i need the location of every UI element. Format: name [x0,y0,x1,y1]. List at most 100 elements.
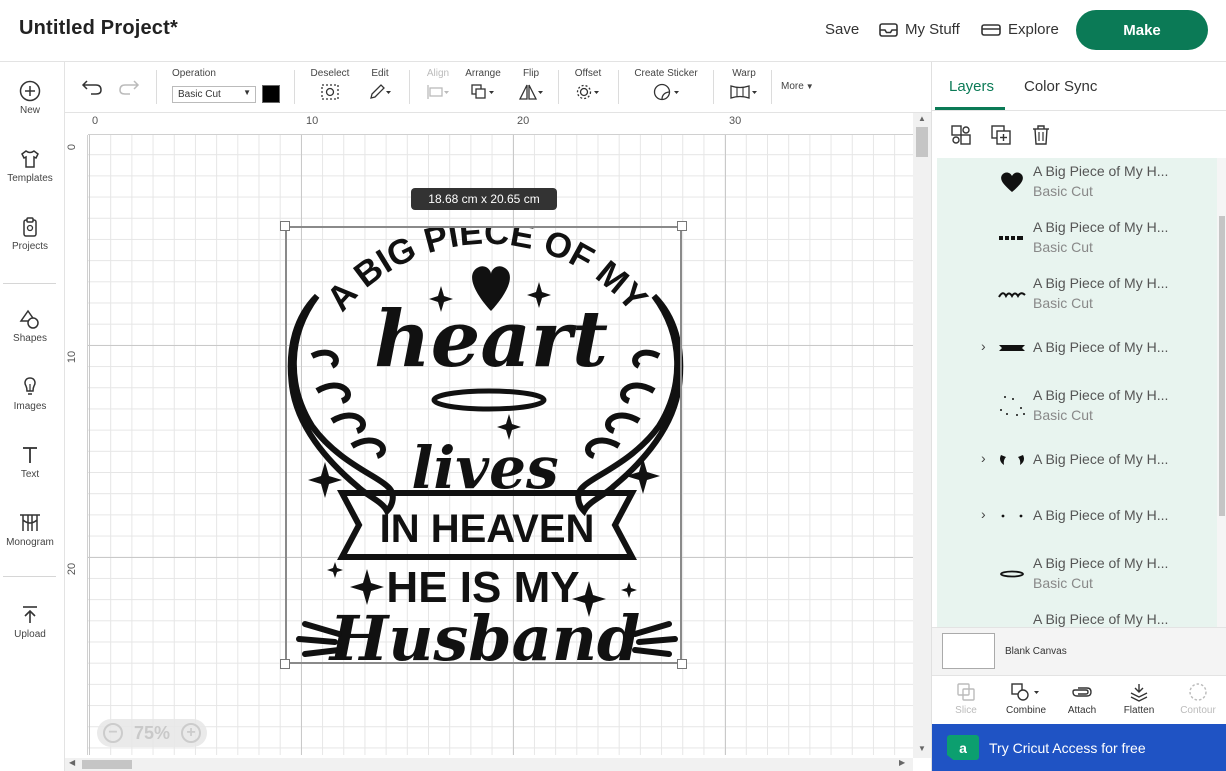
layers-scrollbar[interactable] [1217,158,1226,628]
scroll-left-icon[interactable]: ◀ [69,758,75,767]
undo-icon[interactable] [81,78,103,96]
horizontal-scroll-thumb[interactable] [82,760,132,769]
layer-item[interactable]: A Big Piece of My H... Basic Cut [937,216,1217,272]
group-icon[interactable] [950,124,972,146]
contour-button[interactable]: Contour [1170,682,1226,716]
chevron-down-icon: ▼ [243,88,251,97]
zoom-out-icon[interactable]: − [103,723,123,743]
horizontal-scrollbar[interactable]: ◀ ▶ [65,758,913,771]
slice-button[interactable]: Slice [938,682,994,716]
sidebar-item-label: Upload [14,629,46,640]
align-icon [427,85,449,99]
blank-canvas-swatch[interactable] [942,633,995,669]
edit-button[interactable]: Edit [363,68,397,104]
sidebar-item-label: New [19,105,40,116]
offset-label: Offset [574,68,602,79]
flip-button[interactable]: Flip [516,68,546,104]
zoom-in-icon[interactable]: + [181,723,201,743]
expand-chevron-icon[interactable]: › [981,506,986,522]
warp-label: Warp [732,68,756,79]
expand-chevron-icon[interactable]: › [981,450,986,466]
layer-thumbnail [992,218,1032,258]
layer-group-item[interactable]: › A Big Piece of My H... [937,440,1217,496]
resize-handle-top-right[interactable] [677,221,687,231]
size-tooltip-text: 18.68 cm x 20.65 cm [428,192,540,206]
text-thumbnail-icon [999,236,1023,240]
more-button[interactable]: More ▼ [781,81,814,92]
banner-thumbnail-icon [999,345,1025,351]
project-title[interactable]: Untitled Project* [19,17,178,40]
tab-color-sync[interactable]: Color Sync [1024,78,1097,95]
warp-icon [730,85,757,99]
sidebar-item-projects[interactable]: Projects [0,216,60,252]
toolbar-divider [409,70,410,104]
combine-icon [1011,683,1039,701]
sidebar-item-upload[interactable]: Upload [0,604,60,640]
scroll-right-icon[interactable]: ▶ [899,758,905,767]
lightbulb-icon [24,377,36,395]
sidebar-item-label: Images [13,401,47,412]
arrange-button[interactable]: Arrange [463,68,503,104]
expand-chevron-icon[interactable]: › [981,338,986,354]
sidebar-item-images[interactable]: Images [0,376,60,412]
resize-handle-bottom-left[interactable] [280,659,290,669]
save-label: Save [825,21,860,38]
scroll-up-icon[interactable]: ▲ [918,114,926,123]
scroll-down-icon[interactable]: ▼ [918,744,926,753]
arrange-label: Arrange [465,68,501,79]
layer-group-item[interactable]: › A Big Piece of My H... [937,496,1217,552]
align-button[interactable]: Align [421,68,455,104]
layer-item[interactable]: A Big Piece of My H... [937,608,1217,628]
make-label: Make [1123,21,1161,39]
make-button[interactable]: Make [1076,10,1208,50]
layer-name: A Big Piece of My H... [1033,611,1169,627]
explore-icon [981,23,1001,36]
offset-button[interactable]: Offset [570,68,606,104]
ruler-left: 0 10 20 [65,135,88,755]
deselect-button[interactable]: Deselect [308,68,352,104]
color-swatch[interactable] [262,85,280,103]
layer-group-item[interactable]: › A Big Piece of My H... [937,328,1217,384]
layer-item[interactable]: A Big Piece of My H... Basic Cut [937,384,1217,440]
sidebar-item-shapes[interactable]: Shapes [0,308,60,344]
sidebar-item-new[interactable]: New [0,80,60,116]
resize-handle-top-left[interactable] [280,221,290,231]
layers-scroll-thumb[interactable] [1219,216,1225,516]
tab-layers[interactable]: Layers [949,78,994,95]
duplicate-icon[interactable] [990,124,1012,146]
sidebar-item-monogram[interactable]: Monogram [0,512,60,548]
layer-item[interactable]: A Big Piece of My H... Basic Cut [937,552,1217,608]
toolbar-divider [771,70,772,104]
my-stuff-label: My Stuff [905,21,960,38]
sidebar-item-templates[interactable]: Templates [0,148,60,184]
combine-button[interactable]: Combine [998,682,1054,716]
layer-item[interactable]: A Big Piece of My H... Basic Cut [937,272,1217,328]
vertical-scroll-thumb[interactable] [916,127,928,157]
toolbar-divider [618,70,619,104]
selection-box[interactable] [285,226,682,664]
design-canvas[interactable]: 0 10 20 30 0 10 20 A BIG PIECE OF MY hea… [65,113,931,771]
blank-canvas-row[interactable]: Blank Canvas [932,627,1226,675]
flatten-button[interactable]: Flatten [1111,682,1167,716]
redo-icon[interactable] [118,78,140,96]
attach-label: Attach [1067,705,1097,716]
warp-button[interactable]: Warp [726,68,762,104]
my-stuff-button[interactable]: My Stuff [879,21,960,38]
left-sidebar: New Templates Projects Shapes Images Tex… [0,62,65,771]
zoom-level: 75% [133,722,171,743]
create-sticker-button[interactable]: Create Sticker [631,68,701,104]
cricut-access-banner[interactable]: a Try Cricut Access for free [932,724,1226,771]
toolbar-divider [713,70,714,104]
save-button[interactable]: Save [825,21,859,38]
layer-item[interactable]: A Big Piece of My H... Basic Cut [937,160,1217,216]
pencil-icon [370,84,391,99]
sidebar-item-text[interactable]: Text [0,444,60,480]
resize-handle-bottom-right[interactable] [677,659,687,669]
text-icon [23,447,37,463]
trash-icon[interactable] [1030,124,1052,146]
offset-icon [576,84,599,100]
explore-button[interactable]: Explore [981,21,1059,38]
vertical-scrollbar[interactable]: ▲ ▼ [913,113,931,758]
operation-select[interactable]: Basic Cut ▼ [172,86,256,103]
attach-button[interactable]: Attach [1054,682,1110,716]
